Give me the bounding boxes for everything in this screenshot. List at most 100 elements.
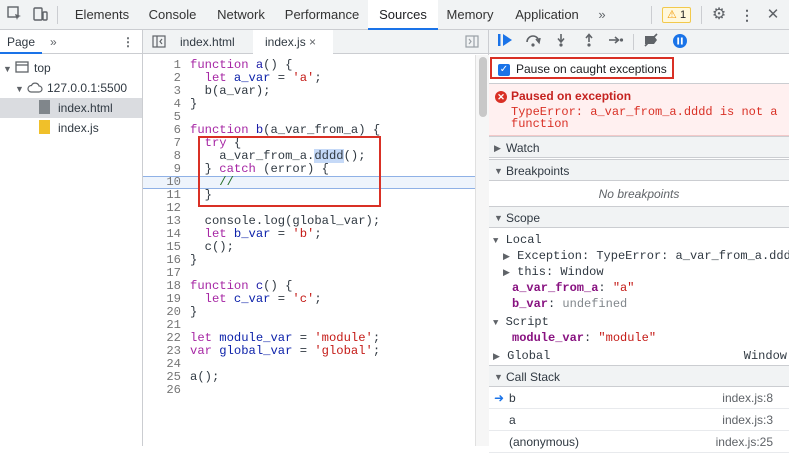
more-tabs-button[interactable]: »: [592, 0, 612, 30]
error-icon: ✕: [495, 91, 507, 103]
no-breakpoints-text: No breakpoints: [598, 187, 680, 201]
device-toolbar-icon[interactable]: [31, 6, 49, 24]
code-line: }: [190, 253, 198, 267]
expand-arrow-icon: ▼: [3, 64, 12, 74]
tab-performance[interactable]: Performance: [276, 0, 368, 30]
expand-arrow-icon: ▼: [493, 318, 499, 328]
editor-tab-index-js[interactable]: index.js ×: [253, 30, 333, 55]
editor-tab-label: index.js: [265, 35, 306, 49]
scope-global[interactable]: ▶ Global Window: [493, 348, 787, 364]
collapse-arrow-icon: ▶: [493, 352, 500, 362]
pause-on-caught-label[interactable]: Pause on caught exceptions: [516, 62, 667, 76]
expand-arrow-icon: ▼: [494, 166, 503, 176]
scope-script[interactable]: ▼ Script: [493, 314, 549, 330]
breakpoints-section-header[interactable]: ▼ Breakpoints: [489, 159, 789, 181]
tree-item-index-html[interactable]: index.html: [0, 98, 142, 118]
tab-sources[interactable]: Sources: [368, 0, 438, 30]
scope-exception[interactable]: ▶ Exception: TypeError: a_var_from_a.ddd…: [503, 248, 789, 264]
call-frame[interactable]: (anonymous) index.js:25: [489, 431, 789, 453]
navigator-menu-icon[interactable]: ⋮: [122, 30, 134, 54]
tab-application[interactable]: Application: [502, 0, 592, 30]
scope-var-a-var-from-a[interactable]: a_var_from_a: "a": [512, 280, 634, 296]
customize-menu-icon[interactable]: ⋮: [738, 6, 756, 24]
toolbar-divider: [701, 6, 702, 24]
scope-section-header[interactable]: ▼ Scope: [489, 206, 789, 228]
tree-item-top[interactable]: ▼ top: [3, 58, 51, 78]
expand-arrow-icon: ▼: [494, 372, 503, 382]
deactivate-breakpoints-icon[interactable]: [642, 33, 660, 51]
scrollbar-thumb[interactable]: [479, 57, 487, 117]
debugger-toolbar: [489, 30, 789, 54]
editor-scrollbar[interactable]: [475, 55, 489, 446]
code-line: b(a_var);: [190, 84, 271, 98]
breakpoints-label: Breakpoints: [506, 164, 570, 178]
scope-var-b-var[interactable]: b_var: undefined: [512, 296, 627, 312]
tab-network[interactable]: Network: [206, 0, 276, 30]
resume-icon[interactable]: [496, 33, 514, 51]
warnings-badge[interactable]: ⚠ 1: [662, 7, 692, 23]
code-line: }: [190, 97, 198, 111]
code-editor: index.html index.js × 1 2 3 4 5 6 7 8 9 …: [143, 30, 489, 446]
cloud-icon: [27, 82, 43, 93]
step-into-icon[interactable]: [552, 33, 570, 51]
paused-title: Paused on exception: [511, 89, 632, 103]
call-stack-section-header[interactable]: ▼ Call Stack: [489, 365, 789, 387]
watch-section-header[interactable]: ▶ Watch: [489, 136, 789, 158]
tree-item-index-js[interactable]: index.js: [0, 118, 99, 138]
navigator-header: Page » ⋮: [0, 30, 142, 54]
toggle-debugger-icon[interactable]: [465, 35, 479, 51]
step-out-icon[interactable]: [580, 33, 598, 51]
editor-tab-index-html[interactable]: index.html: [180, 30, 235, 54]
expand-arrow-icon: ▼: [493, 236, 499, 246]
call-frame[interactable]: a index.js:3: [489, 409, 789, 431]
devtools-toolbar: Elements Console Network Performance Sou…: [0, 0, 789, 30]
pause-on-caught-checkbox[interactable]: ✓: [498, 64, 510, 76]
warning-count: 1: [679, 9, 687, 21]
scope-local[interactable]: ▼ Local: [493, 232, 542, 248]
toolbar-divider: [633, 34, 634, 50]
tree-label-top: top: [34, 61, 51, 75]
debugger-sidebar: ✓ Pause on caught exceptions ✕ Paused on…: [489, 30, 789, 453]
close-tab-icon[interactable]: ×: [309, 35, 316, 49]
warning-icon: ⚠: [667, 9, 677, 21]
tree-label-index-html: index.html: [58, 101, 113, 115]
file-icon: [39, 100, 50, 114]
pause-on-exceptions-icon[interactable]: [671, 33, 689, 51]
try-catch-annotation-box: [198, 136, 381, 207]
code-line: var global_var = 'global';: [190, 344, 381, 358]
tab-page[interactable]: Page: [0, 30, 43, 54]
watch-label: Watch: [506, 141, 540, 155]
scope-var-module-var[interactable]: module_var: "module": [512, 330, 656, 346]
pause-on-caught-row: ✓ Pause on caught exceptions: [489, 54, 789, 84]
expand-arrow-icon: ▼: [15, 84, 24, 94]
toggle-navigator-icon[interactable]: [152, 35, 166, 51]
tab-memory[interactable]: Memory: [438, 0, 502, 30]
code-area[interactable]: 1 2 3 4 5 6 7 8 9 10 11 12 13 14 15 16 1…: [143, 55, 489, 446]
navigator-more-tabs[interactable]: »: [50, 30, 57, 54]
inspect-element-icon[interactable]: [6, 6, 24, 24]
tab-console[interactable]: Console: [139, 0, 206, 30]
call-frame[interactable]: ➜ b index.js:8: [489, 387, 789, 409]
tree-label-index-js: index.js: [58, 121, 99, 135]
step-over-icon[interactable]: [524, 33, 542, 51]
code-line: a();: [190, 370, 220, 384]
file-navigator: Page » ⋮ ▼ top ▼ 127.0.0.1:5500 index.html…: [0, 30, 143, 446]
line-number[interactable]: 26: [143, 384, 181, 397]
pause-on-caught-annotation-box: ✓ Pause on caught exceptions: [490, 57, 674, 79]
code-line: let c_var = 'c';: [190, 292, 322, 306]
collapse-arrow-icon: ▶: [503, 268, 510, 278]
settings-gear-icon[interactable]: ⚙: [710, 6, 728, 24]
tab-elements[interactable]: Elements: [65, 0, 139, 30]
frame-icon: [15, 61, 29, 73]
toolbar-divider: [57, 6, 58, 24]
scope-this[interactable]: ▶ this: Window: [503, 264, 604, 280]
step-icon[interactable]: [607, 33, 625, 51]
paused-message: TypeError: a_var_from_a.dddd is not a fu…: [511, 105, 778, 131]
js-file-icon: [39, 120, 50, 134]
current-frame-arrow-icon: ➜: [494, 391, 505, 405]
call-stack-label: Call Stack: [506, 370, 561, 384]
editor-tabs: index.html index.js ×: [143, 30, 488, 55]
close-devtools-icon[interactable]: ✕: [764, 6, 782, 24]
tree-item-host[interactable]: ▼ 127.0.0.1:5500: [15, 78, 127, 98]
toolbar-divider: [651, 6, 652, 24]
